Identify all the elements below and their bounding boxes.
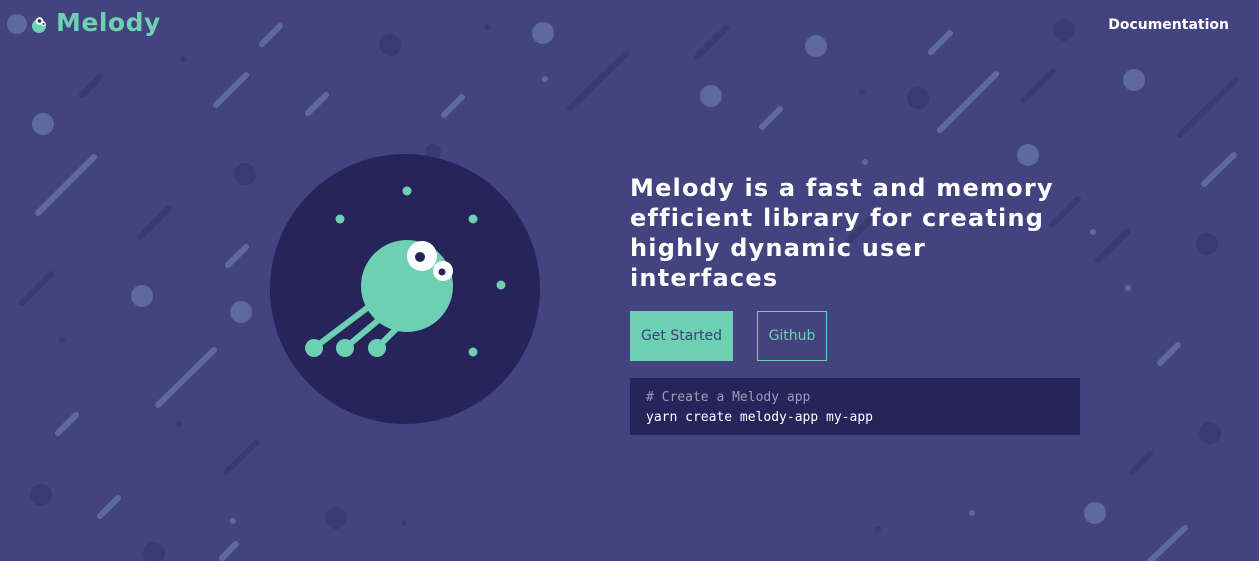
github-button[interactable]: Github bbox=[757, 311, 827, 361]
hero-actions: Get Started Github bbox=[630, 311, 1090, 361]
code-comment: # Create a Melody app bbox=[646, 390, 811, 405]
top-header: Melody Documentation bbox=[0, 0, 1259, 54]
install-code-block: # Create a Melody app yarn create melody… bbox=[630, 378, 1080, 435]
brand-name: Melody bbox=[56, 8, 161, 37]
hero-headline: Melody is a fast and memory efficient li… bbox=[630, 174, 1054, 292]
code-command: yarn create melody-app my-app bbox=[646, 410, 873, 425]
get-started-button[interactable]: Get Started bbox=[630, 311, 733, 361]
melody-creature-icon bbox=[32, 16, 46, 33]
melody-creature-illustration bbox=[270, 154, 540, 424]
brand-logo-link[interactable]: Melody bbox=[28, 8, 161, 37]
hero-section: Melody is a fast and memory efficient li… bbox=[630, 173, 1090, 435]
nav-documentation-link[interactable]: Documentation bbox=[1108, 17, 1229, 33]
